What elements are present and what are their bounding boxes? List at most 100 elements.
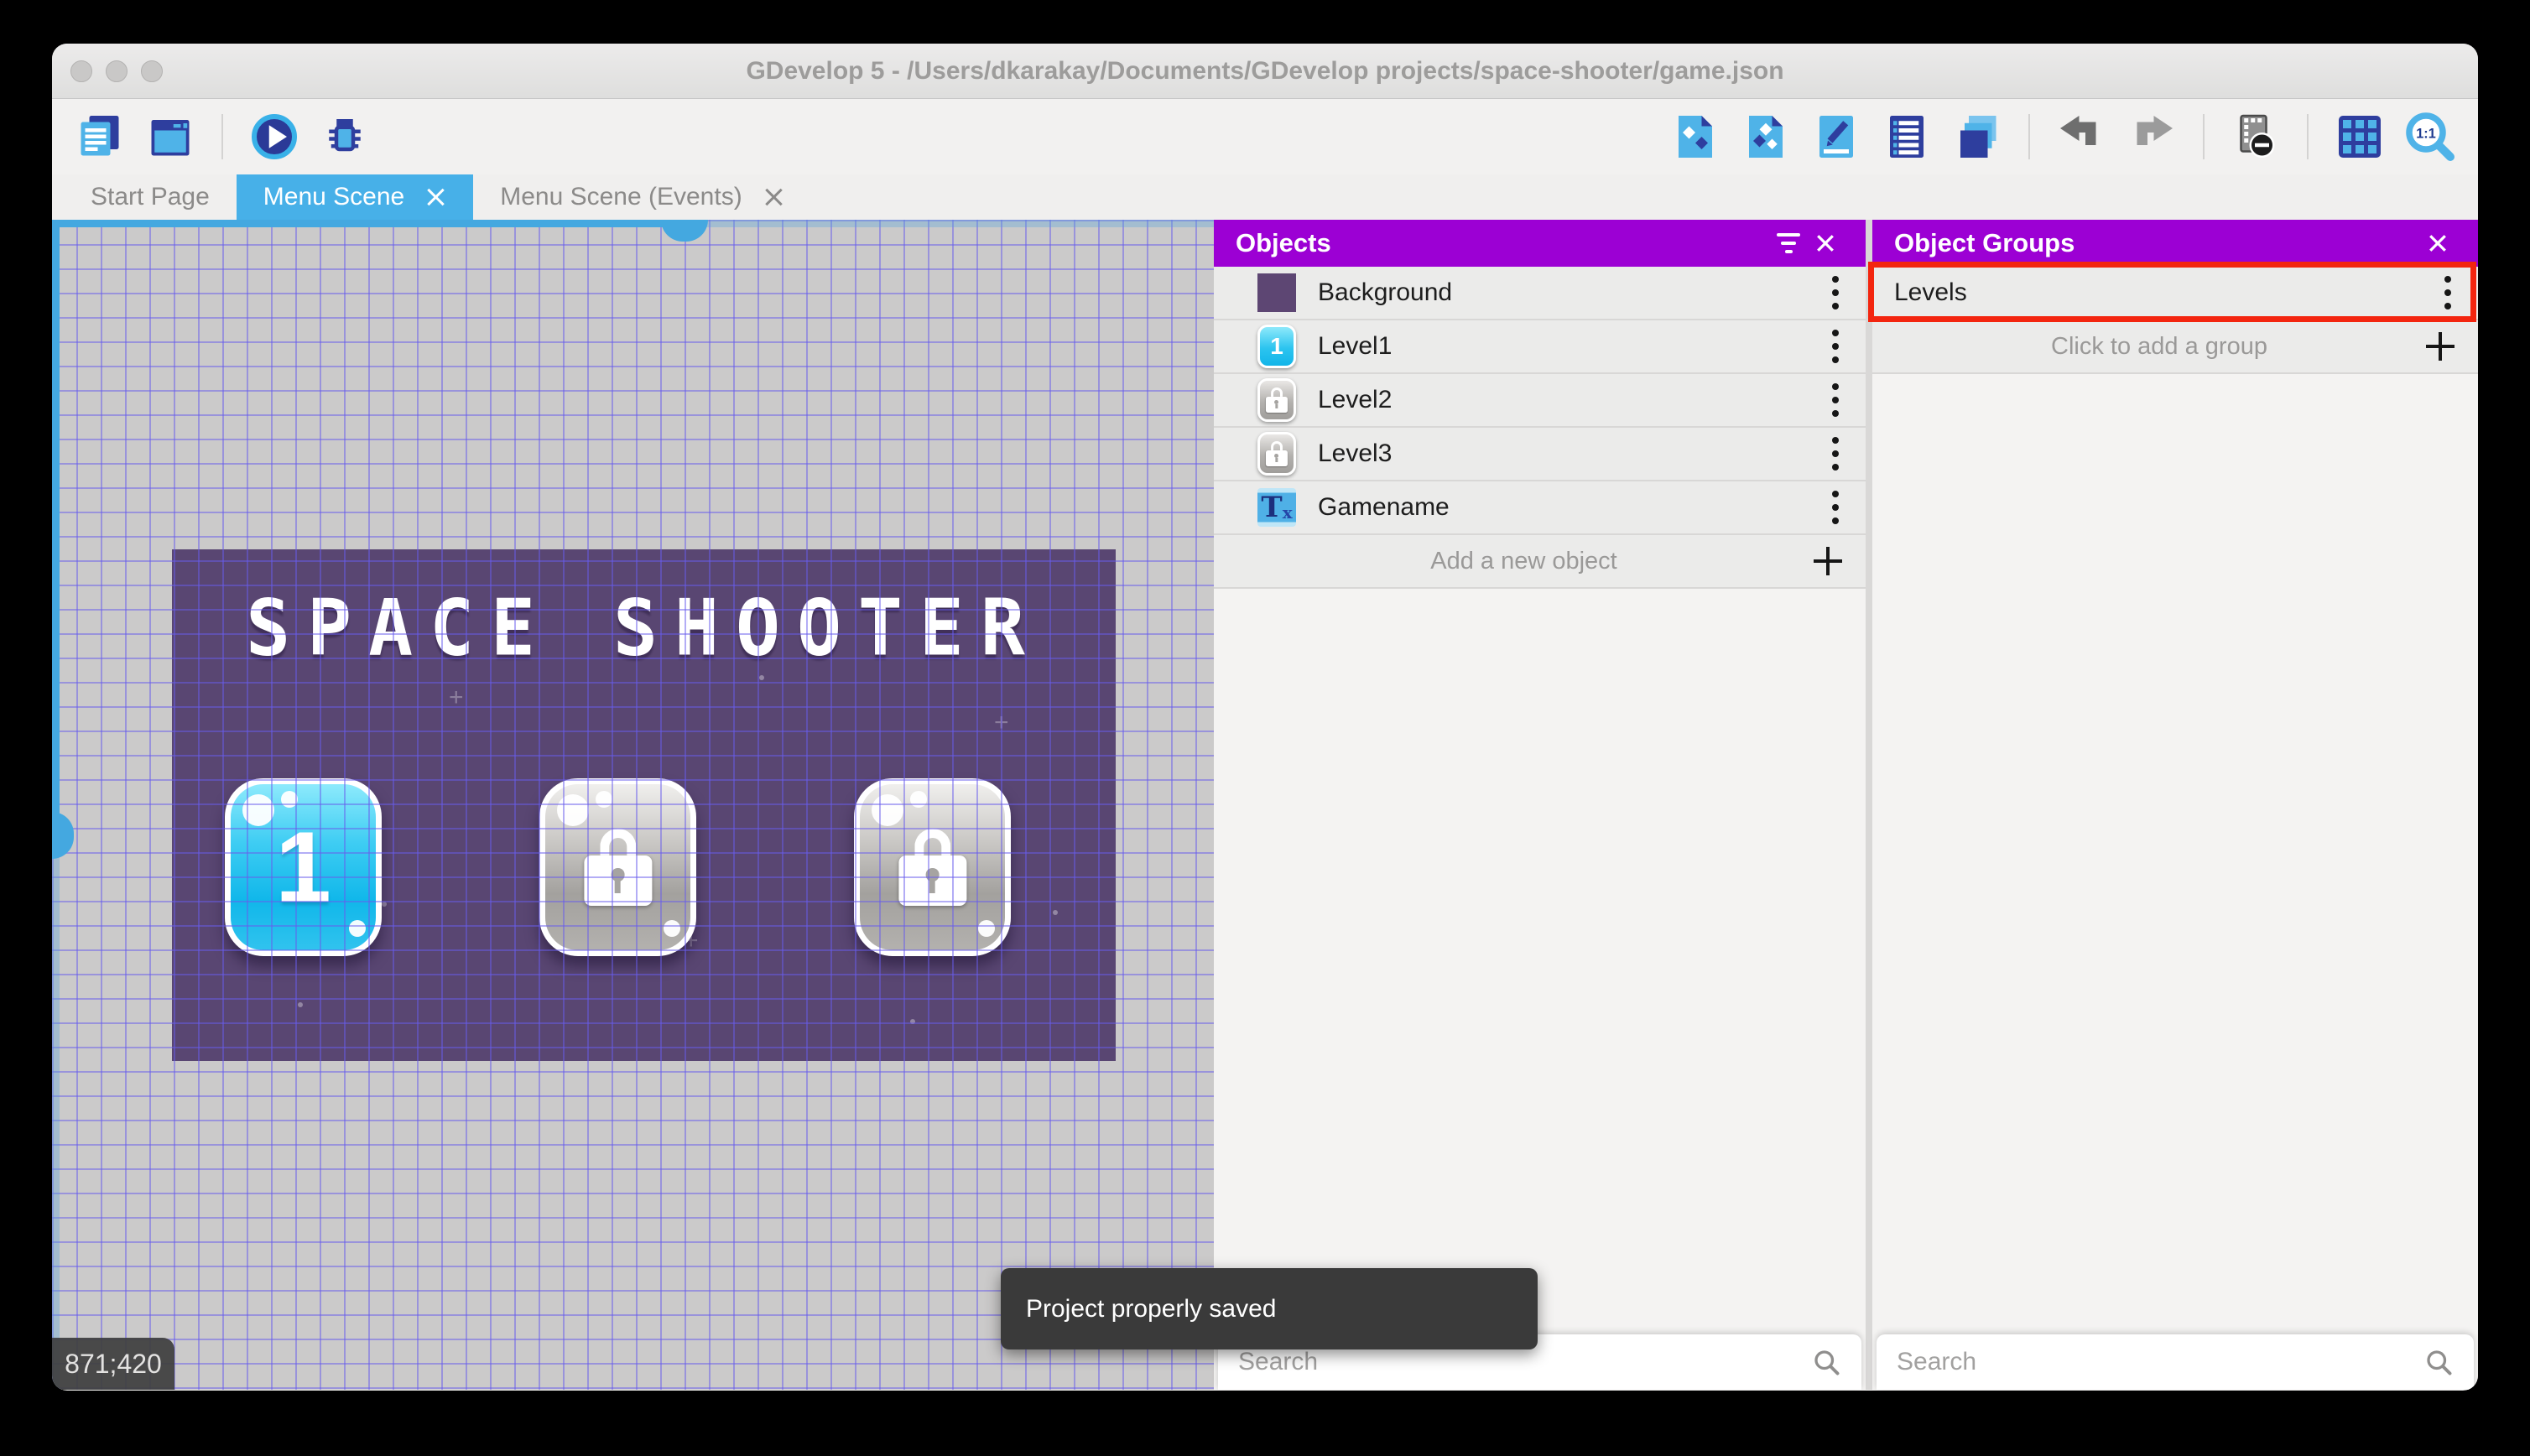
lock-icon <box>1265 387 1288 413</box>
object-row-level3[interactable]: Level3 <box>1214 428 1866 481</box>
level1-button-instance[interactable]: 1 <box>225 778 382 956</box>
level2-object-thumbnail <box>1257 378 1296 422</box>
group-menu-kebab-icon[interactable] <box>2439 271 2456 315</box>
gloss-highlight <box>872 794 903 826</box>
panel-divider[interactable] <box>1866 220 1872 1390</box>
cursor-coordinates-badge: 871;420 <box>52 1338 174 1390</box>
gloss-highlight <box>242 794 274 826</box>
groups-search-bar <box>1877 1334 2474 1390</box>
gloss-highlight <box>281 791 298 808</box>
add-group-row[interactable]: Click to add a group <box>1872 320 2478 374</box>
toolbar-separator <box>2203 114 2205 159</box>
zoom-reset-icon[interactable]: 1:1 <box>2404 111 2456 163</box>
objects-panel: Objects Background 1 Level1 Level2 Level… <box>1214 220 1866 1390</box>
filter-icon[interactable] <box>1770 225 1807 262</box>
instances-list-icon[interactable] <box>1881 111 1933 163</box>
game-title-text-instance[interactable]: SPACE SHOOTER <box>172 582 1116 673</box>
lock-icon <box>583 828 653 907</box>
gdevelop-window: GDevelop 5 - /Users/dkarakay/Documents/G… <box>52 44 2478 1391</box>
lock-icon <box>1265 441 1288 466</box>
object-name: Level1 <box>1318 332 1393 360</box>
background-object-thumbnail <box>1257 273 1296 312</box>
undo-icon[interactable] <box>2055 111 2107 163</box>
search-icon <box>2427 1350 2452 1375</box>
scene-window-icon[interactable] <box>144 111 196 163</box>
objects-editor-icon[interactable] <box>1669 111 1721 163</box>
play-preview-icon[interactable] <box>248 111 300 163</box>
scene-canvas[interactable]: + + + SPACE SHOOTER 1 871;420 <box>52 220 1214 1390</box>
level1-object-thumbnail: 1 <box>1257 325 1296 368</box>
close-panel-icon[interactable] <box>2419 225 2456 262</box>
star-decoration <box>382 902 387 907</box>
object-row-level2[interactable]: Level2 <box>1214 374 1866 428</box>
scrollbar-track-filled <box>52 220 60 817</box>
object-menu-kebab-icon[interactable] <box>1827 486 1844 529</box>
scrollbar-track-filled <box>52 220 664 227</box>
close-panel-icon[interactable] <box>1807 225 1844 262</box>
lock-icon <box>898 828 968 907</box>
tab-bar: Start Page Menu Scene Menu Scene (Events… <box>52 174 2478 220</box>
svg-text:1:1: 1:1 <box>2416 127 2436 142</box>
groups-search-input[interactable] <box>1897 1348 2423 1376</box>
object-menu-kebab-icon[interactable] <box>1827 432 1844 476</box>
tab-start-page[interactable]: Start Page <box>64 174 237 220</box>
gloss-highlight <box>910 791 927 808</box>
level3-button-instance[interactable] <box>854 778 1011 956</box>
objects-panel-title: Objects <box>1236 228 1331 257</box>
object-menu-kebab-icon[interactable] <box>1827 271 1844 315</box>
object-groups-panel: Object Groups Levels Click to add a grou… <box>1868 220 2478 1390</box>
title-bar: GDevelop 5 - /Users/dkarakay/Documents/G… <box>52 44 2478 99</box>
toolbar-separator <box>2028 114 2030 159</box>
star-decoration <box>759 675 764 680</box>
object-row-gamename[interactable]: Tx Gamename <box>1214 481 1866 535</box>
redo-icon[interactable] <box>2126 111 2178 163</box>
tab-label: Menu Scene (Events) <box>500 183 742 211</box>
window-title: GDevelop 5 - /Users/dkarakay/Documents/G… <box>746 56 1784 85</box>
add-object-plus-icon[interactable] <box>1812 545 1844 577</box>
vertical-scrollbar-thumb[interactable] <box>52 812 74 859</box>
tab-label: Menu Scene <box>263 183 405 211</box>
toolbar-separator <box>2307 114 2309 159</box>
level1-digit: 1 <box>275 811 331 923</box>
debug-icon[interactable] <box>319 111 371 163</box>
properties-panel-icon[interactable] <box>1810 111 1862 163</box>
render-mask-icon[interactable] <box>2230 111 2282 163</box>
main-toolbar: 1:1 <box>52 99 2478 174</box>
object-row-background[interactable]: Background <box>1214 267 1866 320</box>
gloss-highlight <box>664 920 680 937</box>
object-groups-panel-title: Object Groups <box>1894 228 2075 257</box>
object-name: Gamename <box>1318 493 1450 521</box>
project-manager-icon[interactable] <box>74 111 126 163</box>
add-object-row[interactable]: Add a new object <box>1214 535 1866 589</box>
editor-content: + + + SPACE SHOOTER 1 871;420 Objects Ba… <box>52 220 2478 1390</box>
object-name: Level3 <box>1318 439 1393 467</box>
object-menu-kebab-icon[interactable] <box>1827 378 1844 422</box>
add-group-plus-icon[interactable] <box>2424 330 2456 362</box>
layers-panel-icon[interactable] <box>1951 111 2003 163</box>
close-tab-icon[interactable] <box>763 186 784 208</box>
gloss-highlight <box>596 791 612 808</box>
gloss-highlight <box>557 794 589 826</box>
grid-icon[interactable] <box>2334 111 2386 163</box>
object-row-level1[interactable]: 1 Level1 <box>1214 320 1866 374</box>
close-tab-icon[interactable] <box>424 186 446 208</box>
gloss-highlight <box>349 920 366 937</box>
group-row-levels[interactable]: Levels <box>1872 267 2478 320</box>
object-menu-kebab-icon[interactable] <box>1827 325 1844 368</box>
horizontal-scrollbar-thumb[interactable] <box>661 220 708 242</box>
canvas-vertical-scrollbar[interactable] <box>52 220 74 1390</box>
object-groups-panel-header: Object Groups <box>1872 220 2478 267</box>
canvas-horizontal-scrollbar[interactable] <box>52 220 1214 242</box>
tab-menu-scene[interactable]: Menu Scene <box>236 174 474 220</box>
tab-menu-scene-events[interactable]: Menu Scene (Events) <box>473 174 810 220</box>
group-name: Levels <box>1894 278 1967 306</box>
save-toast: Project properly saved <box>1001 1268 1538 1349</box>
objects-search-input[interactable] <box>1238 1348 1811 1376</box>
level2-button-instance[interactable] <box>539 778 696 956</box>
search-icon <box>1814 1350 1840 1375</box>
level3-object-thumbnail <box>1257 432 1296 476</box>
add-group-label: Click to add a group <box>2051 332 2267 360</box>
tab-label: Start Page <box>91 183 210 211</box>
game-background-instance[interactable]: + + + SPACE SHOOTER 1 <box>172 549 1116 1061</box>
object-groups-editor-icon[interactable] <box>1740 111 1792 163</box>
